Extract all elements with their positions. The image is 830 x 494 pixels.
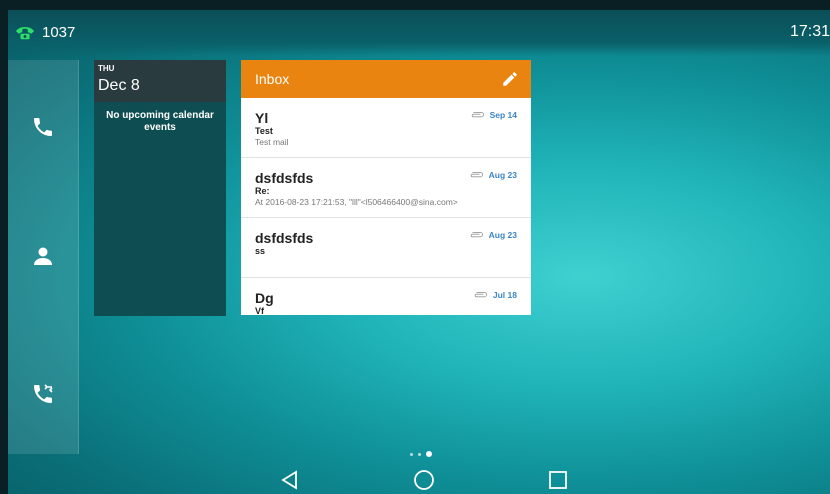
calendar-date: Dec 8 <box>98 77 140 94</box>
message-sender: dsfdsfds <box>255 170 314 186</box>
inbox-title: Inbox <box>255 71 290 87</box>
navigation-bar <box>8 465 830 494</box>
message-sender: Dg <box>255 290 274 306</box>
home-button[interactable] <box>412 468 436 492</box>
home-circle-icon <box>414 470 434 490</box>
inbox-message[interactable]: dsfdsfds Re: At 2016-08-23 17:21:53, "ll… <box>241 158 531 218</box>
message-subject: Vf <box>255 306 264 315</box>
message-date: Aug 23 <box>488 230 517 240</box>
message-snippet: At 2016-08-23 17:21:53, "lll"<l506466400… <box>255 197 458 207</box>
page-dot[interactable] <box>418 452 421 456</box>
call-icon <box>34 118 52 136</box>
message-sender: Yl <box>255 110 269 126</box>
sidebar-contacts-button[interactable] <box>23 236 63 276</box>
status-bar: 1037 17:31 <box>8 10 830 56</box>
message-subject: Test <box>255 126 273 136</box>
recents-button[interactable] <box>546 468 570 492</box>
inbox-widget: Inbox Yl Test Test mail Sep 14 dsfdsfds … <box>241 60 531 315</box>
message-meta: Sep 14 <box>470 110 517 120</box>
sidebar <box>8 60 79 454</box>
attachment-icon <box>470 171 483 178</box>
back-triangle-icon <box>281 470 297 490</box>
calendar-widget[interactable]: THU Dec 8 No upcoming calendar events <box>94 60 226 316</box>
inbox-header: Inbox <box>241 60 531 98</box>
pencil-icon[interactable] <box>501 70 519 88</box>
message-snippet: Test mail <box>255 137 289 147</box>
phone-registered-icon <box>16 27 34 40</box>
attachment-icon <box>474 291 487 298</box>
back-button[interactable] <box>278 468 302 492</box>
message-sender: dsfdsfds <box>255 230 314 246</box>
message-meta: Jul 18 <box>473 290 517 300</box>
page-dot-active[interactable] <box>426 451 432 457</box>
inbox-message[interactable]: Yl Test Test mail Sep 14 <box>241 98 531 158</box>
sidebar-call-history-button[interactable] <box>23 374 63 414</box>
message-date: Sep 14 <box>489 110 517 120</box>
page-indicator <box>410 451 432 457</box>
recents-square-icon <box>549 471 567 489</box>
message-subject: Re: <box>255 186 270 196</box>
sidebar-call-button[interactable] <box>23 107 63 147</box>
message-date: Jul 18 <box>492 290 517 300</box>
line-number: 1037 <box>42 23 76 41</box>
calendar-header: THU Dec 8 <box>94 60 226 102</box>
calendar-empty-message: No upcoming calendar events <box>106 110 214 133</box>
attachment-icon <box>470 231 483 238</box>
inbox-message[interactable]: Dg Vf Jul 18 <box>241 278 531 315</box>
line-status[interactable]: 1037 <box>14 23 75 41</box>
inbox-message[interactable]: dsfdsfds ss Aug 23 <box>241 218 531 278</box>
message-subject: ss <box>255 246 266 256</box>
contacts-icon <box>34 247 52 265</box>
clock: 17:31 <box>789 23 830 40</box>
call-history-icon <box>34 384 53 403</box>
page-dot[interactable] <box>410 452 413 456</box>
message-meta: Aug 23 <box>469 230 517 240</box>
calendar-day-of-week: THU <box>98 64 115 73</box>
message-date: Aug 23 <box>488 170 517 180</box>
phone-screen: 1037 17:31 THU Dec 8 No upcoming calenda… <box>8 10 830 494</box>
attachment-icon <box>471 111 484 118</box>
message-meta: Aug 23 <box>469 170 517 180</box>
